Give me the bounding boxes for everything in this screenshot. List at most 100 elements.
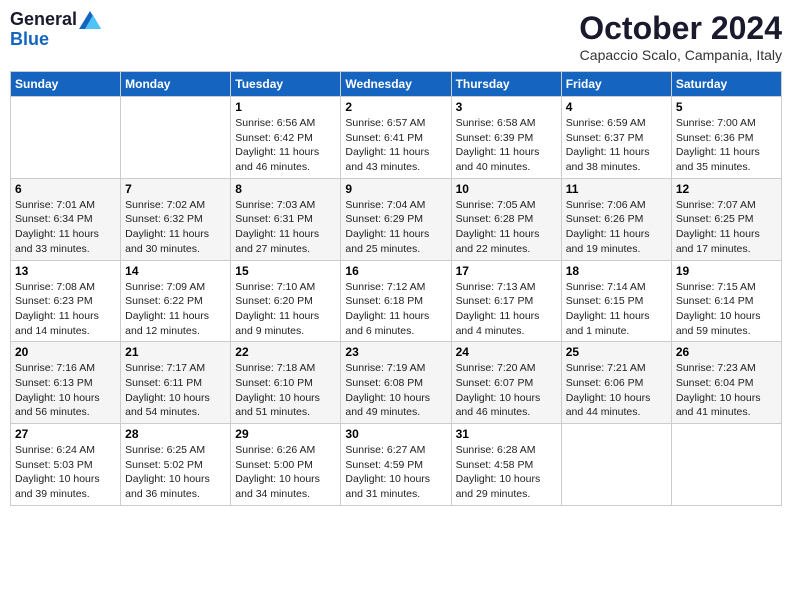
day-detail: Sunrise: 7:15 AMSunset: 6:14 PMDaylight:… [676,280,777,339]
calendar-cell: 27 Sunrise: 6:24 AMSunset: 5:03 PMDayligh… [11,424,121,506]
calendar-cell: 23Sunrise: 7:19 AMSunset: 6:08 PMDayligh… [341,342,451,424]
weekday-header-row: SundayMondayTuesdayWednesdayThursdayFrid… [11,72,782,97]
calendar-cell: 13Sunrise: 7:08 AMSunset: 6:23 PMDayligh… [11,260,121,342]
day-number: 22 [235,345,336,359]
day-detail: Sunrise: 7:03 AMSunset: 6:31 PMDaylight:… [235,198,336,257]
day-detail: Sunrise: 7:16 AMSunset: 6:13 PMDaylight:… [15,361,116,420]
day-number: 7 [125,182,226,196]
calendar-cell: 5Sunrise: 7:00 AMSunset: 6:36 PMDaylight… [671,97,781,179]
calendar-cell: 9 Sunrise: 7:04 AMSunset: 6:29 PMDaylight… [341,178,451,260]
day-number: 1 [235,100,336,114]
weekday-header-tuesday: Tuesday [231,72,341,97]
calendar-cell: 1 Sunrise: 6:56 AMSunset: 6:42 PMDaylight… [231,97,341,179]
calendar-cell: 19Sunrise: 7:15 AMSunset: 6:14 PMDayligh… [671,260,781,342]
calendar-cell: 29 Sunrise: 6:26 AMSunset: 5:00 PMDayligh… [231,424,341,506]
week-row-2: 6 Sunrise: 7:01 AMSunset: 6:34 PMDaylight… [11,178,782,260]
calendar-cell: 26Sunrise: 7:23 AMSunset: 6:04 PMDayligh… [671,342,781,424]
day-detail: Sunrise: 7:07 AMSunset: 6:25 PMDaylight:… [676,198,777,257]
week-row-3: 13Sunrise: 7:08 AMSunset: 6:23 PMDayligh… [11,260,782,342]
day-number: 25 [566,345,667,359]
calendar-cell: 30 Sunrise: 6:27 AMSunset: 4:59 PMDayligh… [341,424,451,506]
day-number: 11 [566,182,667,196]
calendar-cell: 22 Sunrise: 7:18 AMSunset: 6:10 PMDayligh… [231,342,341,424]
calendar-cell: 24 Sunrise: 7:20 AMSunset: 6:07 PMDayligh… [451,342,561,424]
day-number: 3 [456,100,557,114]
day-detail: Sunrise: 7:05 AMSunset: 6:28 PMDaylight:… [456,198,557,257]
calendar-cell: 6 Sunrise: 7:01 AMSunset: 6:34 PMDaylight… [11,178,121,260]
title-block: October 2024 Capaccio Scalo, Campania, I… [579,10,782,63]
day-number: 14 [125,264,226,278]
weekday-header-thursday: Thursday [451,72,561,97]
day-number: 24 [456,345,557,359]
month-title: October 2024 [579,10,782,47]
week-row-1: 1 Sunrise: 6:56 AMSunset: 6:42 PMDaylight… [11,97,782,179]
day-detail: Sunrise: 6:26 AMSunset: 5:00 PMDaylight:… [235,443,336,502]
calendar-cell: 15Sunrise: 7:10 AMSunset: 6:20 PMDayligh… [231,260,341,342]
day-detail: Sunrise: 7:21 AMSunset: 6:06 PMDaylight:… [566,361,667,420]
day-number: 16 [345,264,446,278]
calendar-body: 1 Sunrise: 6:56 AMSunset: 6:42 PMDaylight… [11,97,782,506]
day-detail: Sunrise: 7:01 AMSunset: 6:34 PMDaylight:… [15,198,116,257]
day-number: 12 [676,182,777,196]
calendar-table: SundayMondayTuesdayWednesdayThursdayFrid… [10,71,782,506]
calendar-cell [11,97,121,179]
calendar-cell: 2Sunrise: 6:57 AMSunset: 6:41 PMDaylight… [341,97,451,179]
location-title: Capaccio Scalo, Campania, Italy [579,47,782,63]
day-detail: Sunrise: 7:14 AMSunset: 6:15 PMDaylight:… [566,280,667,339]
day-number: 18 [566,264,667,278]
weekday-header-wednesday: Wednesday [341,72,451,97]
calendar-cell: 28 Sunrise: 6:25 AMSunset: 5:02 PMDayligh… [121,424,231,506]
day-detail: Sunrise: 6:24 AMSunset: 5:03 PMDaylight:… [15,443,116,502]
weekday-header-friday: Friday [561,72,671,97]
day-number: 6 [15,182,116,196]
calendar-cell [121,97,231,179]
day-detail: Sunrise: 6:58 AMSunset: 6:39 PMDaylight:… [456,116,557,175]
calendar-cell: 16Sunrise: 7:12 AMSunset: 6:18 PMDayligh… [341,260,451,342]
calendar-cell: 10Sunrise: 7:05 AMSunset: 6:28 PMDayligh… [451,178,561,260]
calendar-cell: 21 Sunrise: 7:17 AMSunset: 6:11 PMDayligh… [121,342,231,424]
day-detail: Sunrise: 7:20 AMSunset: 6:07 PMDaylight:… [456,361,557,420]
logo: General Blue [10,10,101,50]
calendar-cell [671,424,781,506]
day-detail: Sunrise: 7:17 AMSunset: 6:11 PMDaylight:… [125,361,226,420]
day-detail: Sunrise: 7:09 AMSunset: 6:22 PMDaylight:… [125,280,226,339]
week-row-5: 27 Sunrise: 6:24 AMSunset: 5:03 PMDayligh… [11,424,782,506]
day-detail: Sunrise: 7:02 AMSunset: 6:32 PMDaylight:… [125,198,226,257]
day-number: 5 [676,100,777,114]
calendar-cell: 17Sunrise: 7:13 AMSunset: 6:17 PMDayligh… [451,260,561,342]
day-number: 4 [566,100,667,114]
day-number: 17 [456,264,557,278]
day-number: 9 [345,182,446,196]
weekday-header-sunday: Sunday [11,72,121,97]
day-number: 27 [15,427,116,441]
calendar-cell: 7 Sunrise: 7:02 AMSunset: 6:32 PMDaylight… [121,178,231,260]
day-number: 30 [345,427,446,441]
day-detail: Sunrise: 7:19 AMSunset: 6:08 PMDaylight:… [345,361,446,420]
day-detail: Sunrise: 6:27 AMSunset: 4:59 PMDaylight:… [345,443,446,502]
day-detail: Sunrise: 7:08 AMSunset: 6:23 PMDaylight:… [15,280,116,339]
logo-blue: Blue [10,30,101,50]
week-row-4: 20 Sunrise: 7:16 AMSunset: 6:13 PMDayligh… [11,342,782,424]
calendar-cell: 31 Sunrise: 6:28 AMSunset: 4:58 PMDayligh… [451,424,561,506]
day-detail: Sunrise: 7:18 AMSunset: 6:10 PMDaylight:… [235,361,336,420]
calendar-cell: 8Sunrise: 7:03 AMSunset: 6:31 PMDaylight… [231,178,341,260]
calendar-cell: 20 Sunrise: 7:16 AMSunset: 6:13 PMDayligh… [11,342,121,424]
day-number: 15 [235,264,336,278]
day-number: 20 [15,345,116,359]
day-number: 21 [125,345,226,359]
day-detail: Sunrise: 7:06 AMSunset: 6:26 PMDaylight:… [566,198,667,257]
day-detail: Sunrise: 6:56 AMSunset: 6:42 PMDaylight:… [235,116,336,175]
logo-icon [79,11,101,29]
weekday-header-monday: Monday [121,72,231,97]
day-detail: Sunrise: 6:57 AMSunset: 6:41 PMDaylight:… [345,116,446,175]
day-detail: Sunrise: 6:25 AMSunset: 5:02 PMDaylight:… [125,443,226,502]
day-detail: Sunrise: 6:28 AMSunset: 4:58 PMDaylight:… [456,443,557,502]
calendar-cell: 4Sunrise: 6:59 AMSunset: 6:37 PMDaylight… [561,97,671,179]
day-detail: Sunrise: 7:04 AMSunset: 6:29 PMDaylight:… [345,198,446,257]
day-number: 26 [676,345,777,359]
day-number: 31 [456,427,557,441]
weekday-header-saturday: Saturday [671,72,781,97]
day-number: 29 [235,427,336,441]
calendar-cell: 14 Sunrise: 7:09 AMSunset: 6:22 PMDayligh… [121,260,231,342]
day-number: 28 [125,427,226,441]
